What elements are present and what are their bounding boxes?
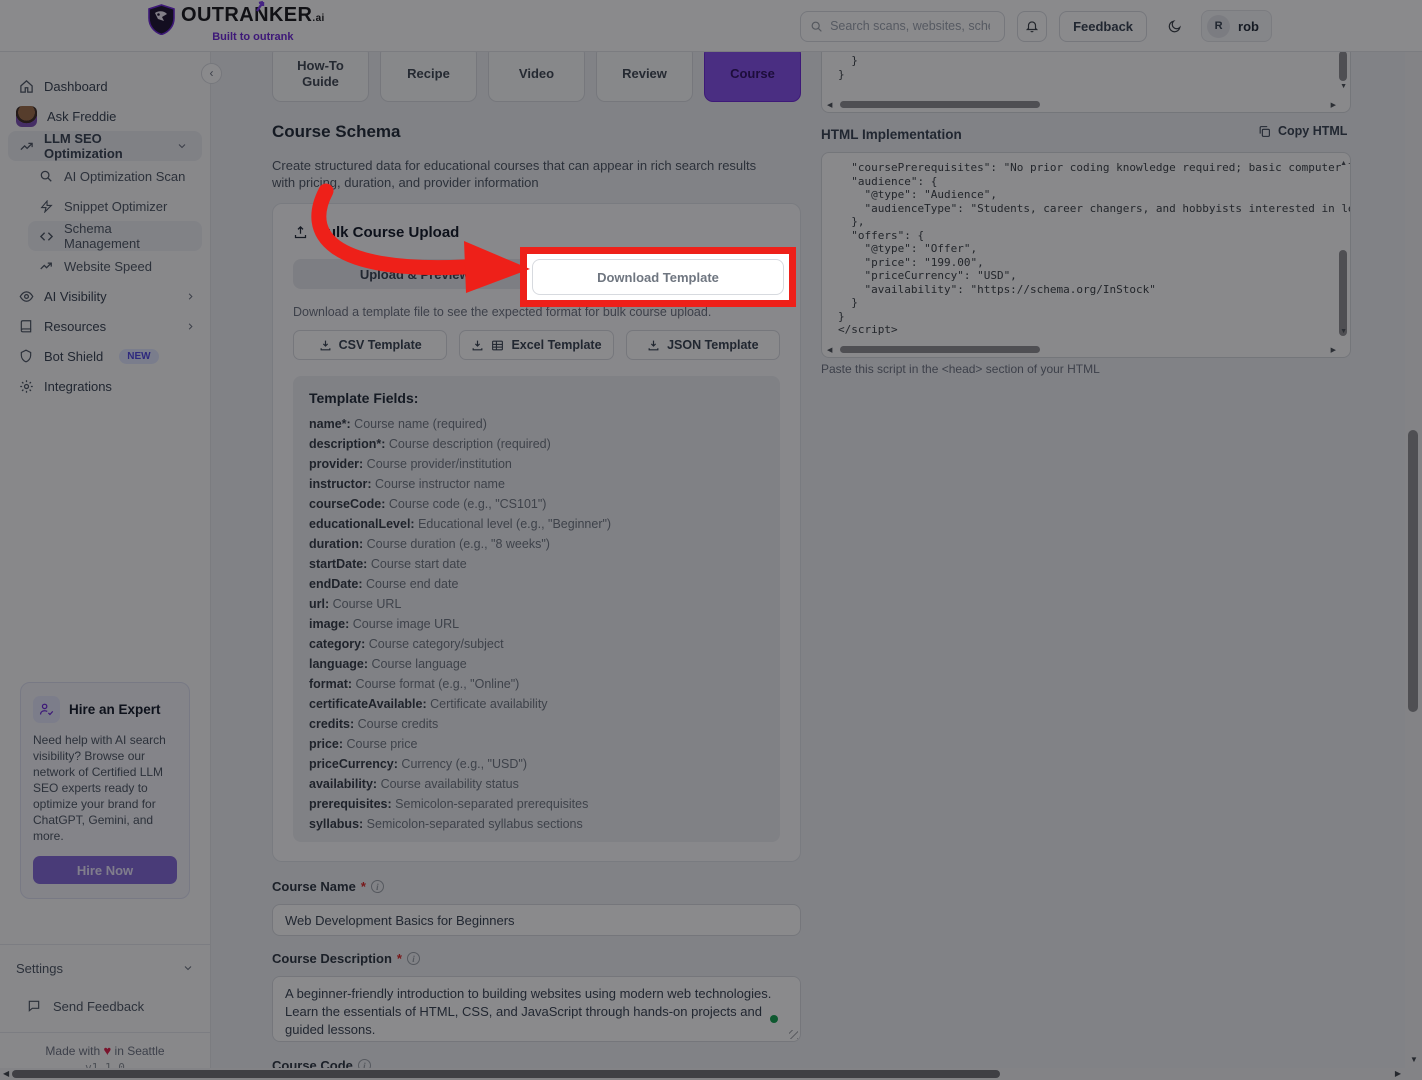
tutorial-arrow-annotation [311,183,530,293]
tutorial-dim-overlay [0,0,1422,1080]
tutorial-highlight-box: Download Template [520,247,796,307]
page: Dashboard Ask Freddie LLM SEO Optimizati… [0,0,1422,1080]
download-template-button[interactable]: Download Template [532,259,784,295]
